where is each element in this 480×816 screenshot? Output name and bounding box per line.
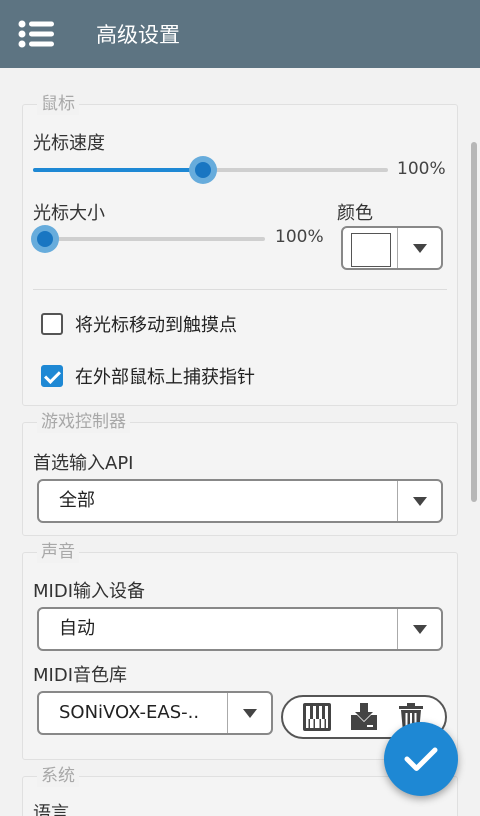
soundfont-label: MIDI音色库 <box>33 665 128 686</box>
mouse-legend: 鼠标 <box>37 93 79 115</box>
input-api-select[interactable]: 全部 <box>37 479 443 523</box>
gamepad-group: 游戏控制器 首选输入API 全部 <box>22 411 458 536</box>
midi-input-value: 自动 <box>59 618 95 639</box>
page-title: 高级设置 <box>96 23 180 47</box>
chevron-down-icon[interactable] <box>397 481 441 521</box>
language-label: 语言 <box>33 803 69 816</box>
cursor-color-swatch <box>351 233 391 267</box>
checkbox-box[interactable] <box>41 313 63 335</box>
soundfont-value: SONiVOX-EAS-.. <box>59 702 200 723</box>
piano-keys-icon[interactable] <box>297 698 337 736</box>
capture-pointer-checkbox[interactable]: 在外部鼠标上捕获指针 <box>41 363 255 389</box>
capture-pointer-label: 在外部鼠标上捕获指针 <box>75 367 255 388</box>
cursor-speed-value: 100% <box>397 159 446 179</box>
settings-content[interactable]: 鼠标 光标速度 100% 光标大小 颜色 100% 将光标移动到触摸点 在外部鼠… <box>0 68 480 816</box>
checkbox-box-checked[interactable] <box>41 365 63 387</box>
color-label: 颜色 <box>337 203 373 224</box>
move-cursor-to-touch-checkbox[interactable]: 将光标移动到触摸点 <box>41 311 237 337</box>
sound-legend: 声音 <box>37 541 79 563</box>
cursor-size-label: 光标大小 <box>33 203 105 224</box>
cursor-color-select[interactable] <box>341 226 443 270</box>
sound-group: 声音 MIDI输入设备 自动 MIDI音色库 SONiVOX-EAS-.. <box>22 541 458 760</box>
slider-thumb[interactable] <box>189 156 218 184</box>
cursor-speed-label: 光标速度 <box>33 133 105 154</box>
checkmark-icon <box>404 747 438 771</box>
move-cursor-to-touch-label: 将光标移动到触摸点 <box>75 315 237 336</box>
divider <box>33 289 447 290</box>
scrollbar[interactable] <box>471 142 477 502</box>
system-legend: 系统 <box>37 765 79 787</box>
download-icon[interactable] <box>344 698 384 736</box>
chevron-down-icon[interactable] <box>227 693 271 733</box>
top-app-bar: 高级设置 <box>0 0 480 68</box>
hamburger-menu-icon[interactable] <box>0 0 72 68</box>
mouse-group: 鼠标 光标速度 100% 光标大小 颜色 100% 将光标移动到触摸点 在外部鼠… <box>22 93 458 406</box>
input-api-value: 全部 <box>59 490 95 511</box>
chevron-down-icon[interactable] <box>397 609 441 649</box>
soundfont-select[interactable]: SONiVOX-EAS-.. <box>37 691 273 735</box>
chevron-down-icon[interactable] <box>397 228 441 268</box>
gamepad-legend: 游戏控制器 <box>37 411 130 433</box>
midi-input-label: MIDI输入设备 <box>33 581 146 602</box>
midi-input-select[interactable]: 自动 <box>37 607 443 651</box>
cursor-size-value: 100% <box>275 227 324 247</box>
input-api-label: 首选输入API <box>33 453 134 474</box>
cursor-speed-slider[interactable] <box>33 156 388 184</box>
cursor-size-slider[interactable] <box>31 225 265 253</box>
confirm-fab[interactable] <box>384 722 458 796</box>
slider-thumb[interactable] <box>31 225 59 253</box>
